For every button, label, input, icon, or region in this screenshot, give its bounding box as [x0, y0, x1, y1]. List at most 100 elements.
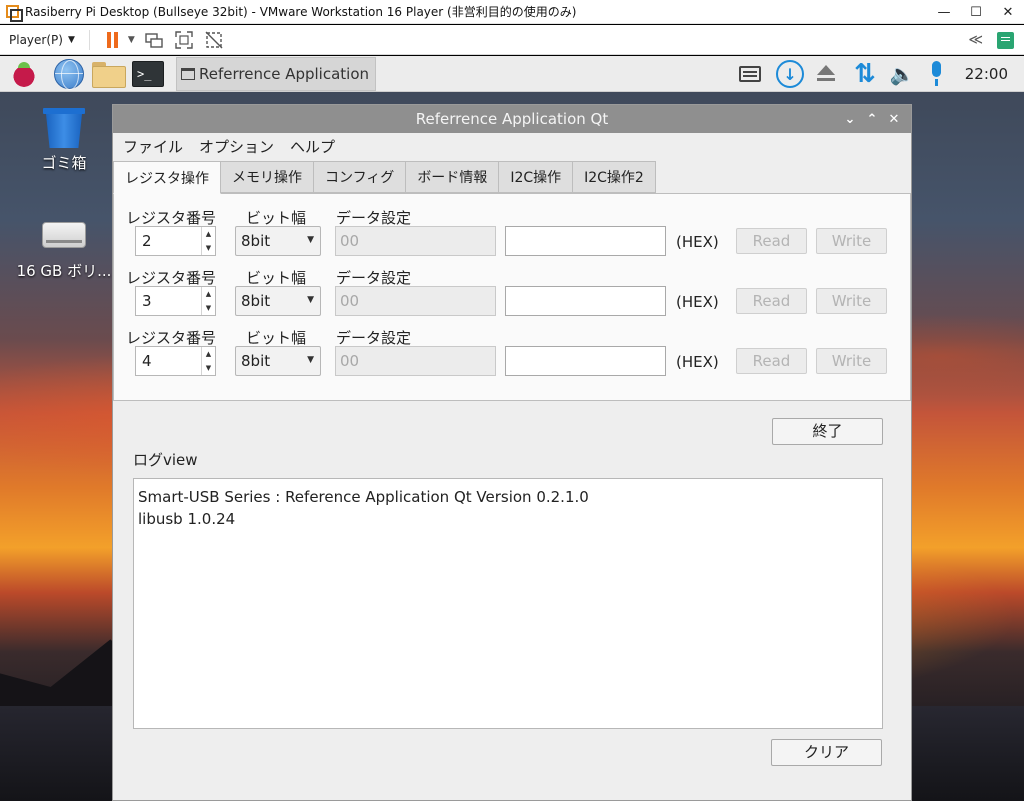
toolbar-divider — [88, 29, 90, 50]
vmware-logo-icon — [5, 4, 23, 22]
read-button[interactable]: Read — [736, 228, 807, 254]
read-button[interactable]: Read — [736, 348, 807, 374]
write-button[interactable]: Write — [816, 348, 887, 374]
bit-width-label: ビット幅 — [246, 209, 307, 227]
fit-guest-icon[interactable] — [173, 29, 195, 51]
chevron-down-icon: ▼ — [307, 295, 314, 305]
taskbar-window-label: Referrence Application ... — [199, 64, 376, 83]
send-ctrl-alt-del-icon[interactable] — [143, 29, 165, 51]
pause-icon[interactable] — [102, 29, 124, 51]
menu-help[interactable]: ヘルプ — [282, 136, 343, 157]
vmware-title-bar: Rasiberry Pi Desktop (Bullseye 32bit) - … — [0, 0, 1024, 24]
player-menu-label: Player(P) — [9, 32, 63, 47]
vmware-maximize-button[interactable]: ☐ — [960, 0, 992, 24]
spin-up-icon[interactable]: ▲ — [202, 287, 215, 301]
bit-width-select[interactable]: 8bit ▼ — [235, 346, 321, 376]
drive-icon — [42, 222, 86, 248]
vmware-window-controls: — ☐ ✕ — [928, 0, 1024, 24]
data-input-field[interactable] — [505, 286, 666, 316]
log-view-label: ログview — [133, 451, 198, 469]
desktop-icon-trash[interactable]: ゴミ箱 — [14, 108, 114, 173]
collapse-toolbar-icon[interactable]: ≪ — [968, 32, 983, 48]
register-row: レジスタ番号 ビット幅 データ設定 3 ▲ ▼ 8bit ▼ 00 (HEX) — [114, 267, 912, 327]
volume-icon[interactable]: 🔈 — [890, 62, 915, 86]
data-readonly-field: 00 — [335, 286, 496, 316]
register-tab-pane: レジスタ番号 ビット幅 データ設定 2 ▲ ▼ 8bit ▼ 00 (HEX) — [113, 193, 911, 401]
app-window-title: Referrence Application Qt — [415, 110, 609, 128]
raspberry-menu-icon[interactable] — [9, 58, 39, 89]
tab-register[interactable]: レジスタ操作 — [113, 161, 221, 194]
app-title-bar[interactable]: Referrence Application Qt ⌄ ⌃ ✕ — [113, 105, 911, 133]
spin-up-icon[interactable]: ▲ — [202, 347, 215, 361]
guest-desktop: >_ Referrence Application ... ↓ ⇅ 🔈 22:0… — [0, 56, 1024, 801]
vmware-toolbar: Player(P) ▼ ▼ ≪ — [0, 25, 1024, 55]
notes-icon[interactable] — [997, 31, 1014, 49]
chevron-down-icon: ▼ — [307, 355, 314, 365]
terminal-icon[interactable]: >_ — [132, 60, 164, 87]
keyboard-icon[interactable] — [739, 66, 762, 82]
desktop-icon-drive[interactable]: 16 GB ボリ... — [14, 222, 114, 281]
taskbar-window-button[interactable]: Referrence Application ... — [176, 56, 376, 91]
tab-config[interactable]: コンフィグ — [314, 161, 407, 193]
app-maximize-button[interactable]: ⌃ — [861, 112, 883, 127]
vmware-window-title: Rasiberry Pi Desktop (Bullseye 32bit) - … — [25, 5, 577, 19]
spin-up-icon[interactable]: ▲ — [202, 227, 215, 241]
app-minimize-button[interactable]: ⌄ — [839, 112, 861, 127]
menu-file[interactable]: ファイル — [115, 136, 191, 157]
log-line: Smart-USB Series : Reference Application… — [138, 488, 589, 506]
eject-icon[interactable] — [816, 65, 836, 83]
window-icon — [181, 67, 195, 80]
hex-label: (HEX) — [676, 233, 719, 251]
data-setting-label: データ設定 — [336, 209, 412, 227]
spinbox-buttons: ▲ ▼ — [201, 287, 215, 315]
menu-options[interactable]: オプション — [191, 136, 282, 157]
register-number-value: 3 — [142, 292, 152, 310]
read-button[interactable]: Read — [736, 288, 807, 314]
tab-memory[interactable]: メモリ操作 — [221, 161, 314, 193]
pause-menu-chevron-icon[interactable]: ▼ — [128, 35, 135, 45]
app-window: Referrence Application Qt ⌄ ⌃ ✕ ファイル オプシ… — [112, 104, 912, 801]
vmware-minimize-button[interactable]: — — [928, 0, 960, 24]
spin-down-icon[interactable]: ▼ — [202, 361, 215, 375]
desktop-icon-trash-label: ゴミ箱 — [41, 154, 87, 172]
tab-board-info[interactable]: ボード情報 — [406, 161, 500, 193]
register-number-spinbox[interactable]: 4 ▲ ▼ — [135, 346, 216, 376]
player-menu-button[interactable]: Player(P) ▼ — [0, 28, 81, 52]
tab-bar: レジスタ操作 メモリ操作 コンフィグ ボード情報 I2C操作 I2C操作2 — [113, 161, 656, 194]
app-close-button[interactable]: ✕ — [883, 112, 905, 127]
network-arrows-icon[interactable]: ⇅ — [854, 61, 876, 87]
tab-i2c[interactable]: I2C操作 — [499, 161, 574, 193]
bit-width-value: 8bit — [241, 352, 271, 370]
hex-label: (HEX) — [676, 353, 719, 371]
download-updates-icon[interactable]: ↓ — [776, 60, 805, 88]
bit-width-select[interactable]: 8bit ▼ — [235, 286, 321, 316]
register-number-spinbox[interactable]: 2 ▲ ▼ — [135, 226, 216, 256]
exit-button[interactable]: 終了 — [772, 418, 883, 445]
clock[interactable]: 22:00 — [965, 65, 1008, 83]
write-button[interactable]: Write — [816, 288, 887, 314]
file-manager-folder-icon[interactable] — [92, 61, 126, 88]
browser-globe-icon[interactable] — [54, 58, 84, 90]
tab-i2c-2[interactable]: I2C操作2 — [573, 161, 656, 193]
spin-down-icon[interactable]: ▼ — [202, 241, 215, 255]
write-button[interactable]: Write — [816, 228, 887, 254]
register-number-value: 4 — [142, 352, 152, 370]
bit-width-value: 8bit — [241, 292, 271, 310]
log-text-area[interactable]: Smart-USB Series : Reference Application… — [133, 478, 883, 729]
microphone-icon[interactable] — [929, 61, 943, 87]
data-input-field[interactable] — [505, 226, 666, 256]
bit-width-label: ビット幅 — [246, 269, 307, 287]
data-input-field[interactable] — [505, 346, 666, 376]
register-number-label: レジスタ番号 — [126, 209, 217, 227]
clear-button[interactable]: クリア — [771, 739, 882, 766]
vmware-close-button[interactable]: ✕ — [992, 0, 1024, 24]
spin-down-icon[interactable]: ▼ — [202, 301, 215, 315]
register-number-spinbox[interactable]: 3 ▲ ▼ — [135, 286, 216, 316]
unity-mode-icon[interactable] — [203, 29, 225, 51]
desktop-icon-drive-label: 16 GB ボリ... — [16, 262, 112, 280]
app-menu-bar: ファイル オプション ヘルプ — [113, 133, 911, 160]
register-number-label: レジスタ番号 — [126, 329, 217, 347]
bit-width-select[interactable]: 8bit ▼ — [235, 226, 321, 256]
chevron-down-icon: ▼ — [67, 34, 75, 45]
spinbox-buttons: ▲ ▼ — [201, 347, 215, 375]
